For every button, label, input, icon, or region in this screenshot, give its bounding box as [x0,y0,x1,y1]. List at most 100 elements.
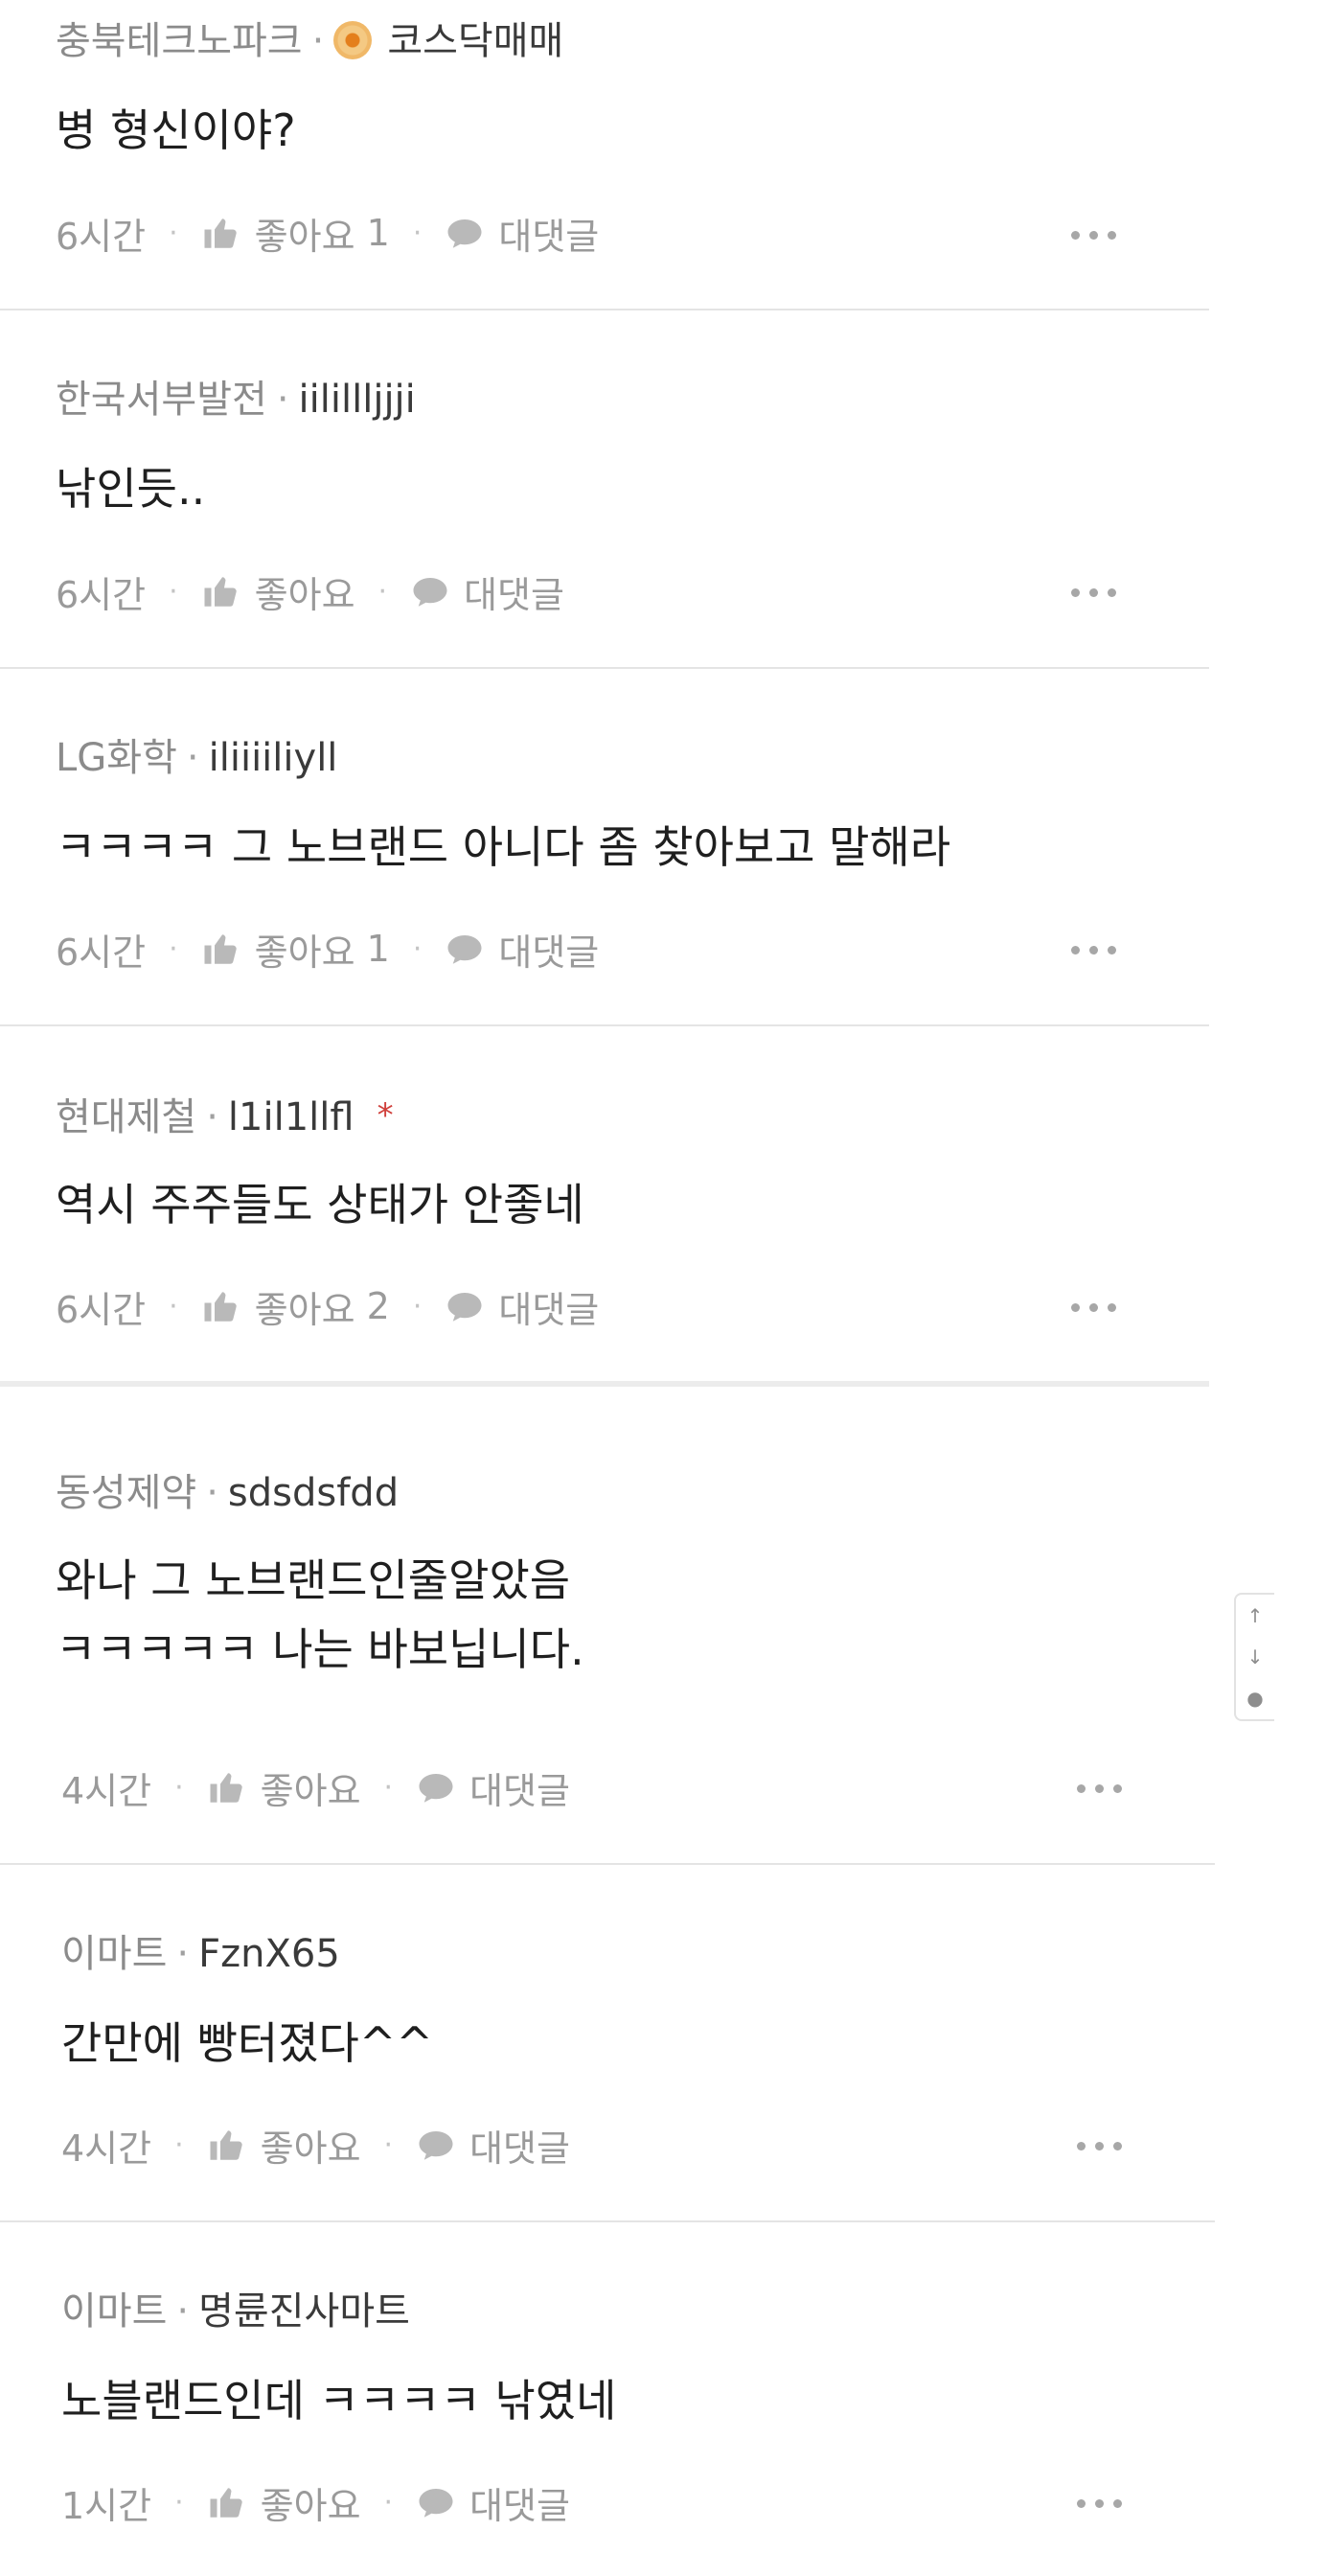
scroll-down-icon[interactable]: ↓ [1247,1645,1264,1668]
like-label: 좋아요 [254,215,355,258]
like-button[interactable]: 좋아요 [201,565,355,618]
comment-list: 충북테크노파크 · 코스닥매매 병 형신이야? 6시간 · 좋아요 1 · 대댓글 … [0,0,1326,2576]
like-label: 좋아요 [254,931,355,974]
comment-body: 병 형신이야? [56,104,296,156]
thumbs-up-icon [210,1773,242,1803]
like-label: 좋아요 [254,573,355,616]
comment-actions: 6시간 · 좋아요 2 · 대댓글 [56,1280,599,1332]
comment-time: 6시간 [56,215,147,258]
like-button[interactable]: 좋아요 [207,2119,361,2172]
like-label: 좋아요 [260,2127,361,2170]
divider [0,667,1209,669]
reply-button[interactable]: 대댓글 [416,2476,570,2529]
reply-button[interactable]: 대댓글 [445,1280,599,1333]
comment-time: 4시간 [61,2127,152,2170]
comment-time: 6시간 [56,573,147,616]
comment-time: 4시간 [61,1769,152,1812]
more-options-icon[interactable] [1071,931,1116,969]
more-options-icon[interactable] [1071,573,1116,611]
section-divider [0,1381,1209,1387]
thumbs-up-icon [204,934,237,964]
reply-label: 대댓글 [498,1288,600,1331]
comment-company: 이마트 [61,1932,168,1976]
comment-author[interactable]: 코스닥매매 [387,19,563,63]
comment-body: ㅋㅋㅋㅋ 그 노브랜드 아니다 좀 찾아보고 말해라 [56,821,951,873]
like-label: 좋아요 [260,1769,361,1812]
comment-author[interactable]: iilillljjji [299,378,416,422]
comment-body: 노블랜드인데 ㅋㅋㅋㅋ 낚였네 [61,2375,617,2426]
divider [0,309,1209,310]
speech-bubble-icon [419,1774,453,1803]
comment-icon[interactable]: ● [1246,1687,1263,1710]
side-scroll-widget: ↑ ↓ ● [1234,1593,1274,1721]
comment-company: 이마트 [61,2289,168,2334]
comment-company: 현대제철 [56,1095,197,1139]
reply-button[interactable]: 대댓글 [445,923,599,976]
thumbs-up-icon [204,577,237,607]
reply-button[interactable]: 대댓글 [416,1761,570,1814]
like-count: 1 [366,212,390,254]
reply-label: 대댓글 [464,573,564,616]
like-label: 좋아요 [260,2484,361,2527]
comment-company: LG화학 [56,736,177,780]
like-button[interactable]: 좋아요 [207,2476,361,2529]
comment-body: 역시 주주들도 상태가 안좋네 [56,1179,584,1230]
more-options-icon[interactable] [1077,2484,1122,2522]
thumbs-up-icon [210,2130,242,2160]
comment-author[interactable]: FznX65 [198,1932,340,1976]
like-count: 2 [366,1285,390,1327]
divider [0,1024,1209,1026]
gold-medal-icon [333,21,373,59]
speech-bubble-icon [413,578,447,607]
comment-meta: LG화학 · iliiiiliyll [56,736,338,780]
comment-company: 충북테크노파크 [56,19,303,63]
more-options-icon[interactable] [1071,1288,1116,1326]
comment-author[interactable]: iliiiiliyll [209,736,338,780]
comment-body: 와나 그 노브랜드인줄알았음 ㅋㅋㅋㅋㅋ 나는 바보닙니다. [56,1554,584,1675]
thumbs-up-icon [204,218,237,248]
speech-bubble-icon [447,219,482,248]
comment-author[interactable]: 명륜진사마트 [198,2289,410,2334]
speech-bubble-icon [447,935,482,964]
comment-meta: 충북테크노파크 · 코스닥매매 [56,19,564,63]
comment-meta: 동성제약 · sdsdsfdd [56,1471,400,1515]
speech-bubble-icon [419,2131,453,2160]
divider [0,1863,1215,1865]
thumbs-up-icon [210,2488,242,2518]
more-options-icon[interactable] [1077,1769,1122,1807]
reply-button[interactable]: 대댓글 [410,565,564,618]
reply-button[interactable]: 대댓글 [416,2119,570,2172]
more-options-icon[interactable] [1077,2127,1122,2165]
reply-label: 대댓글 [469,2484,570,2527]
comment-actions: 4시간 · 좋아요 · 대댓글 [61,1761,570,1813]
reply-label: 대댓글 [498,931,600,974]
comment-company: 한국서부발전 [56,378,267,422]
comment-body: 간만에 빵터졌다^^ [61,2017,433,2069]
like-button[interactable]: 좋아요 1 [201,923,390,976]
comment-time: 1시간 [61,2484,152,2527]
speech-bubble-icon [447,1293,482,1322]
reply-label: 대댓글 [498,215,600,258]
like-button[interactable]: 좋아요 2 [201,1280,390,1333]
comment-actions: 6시간 · 좋아요 · 대댓글 [56,565,564,617]
reply-label: 대댓글 [469,2127,570,2170]
thumbs-up-icon [204,1292,237,1322]
like-button[interactable]: 좋아요 [207,1761,361,1814]
like-button[interactable]: 좋아요 1 [201,207,390,260]
comment-company: 동성제약 [56,1471,197,1515]
more-options-icon[interactable] [1071,216,1116,254]
comment-author[interactable]: l1il1llfl [228,1095,354,1139]
like-label: 좋아요 [254,1288,355,1331]
comment-time: 6시간 [56,1288,147,1331]
like-count: 1 [366,928,390,970]
comment-meta: 한국서부발전 · iilillljjji [56,378,416,422]
comment-meta: 현대제철 · l1il1llfl * [56,1095,394,1139]
comment-actions: 6시간 · 좋아요 1 · 대댓글 [56,923,599,975]
reply-button[interactable]: 대댓글 [445,207,599,260]
new-comment-marker: * [377,1096,394,1135]
comment-author[interactable]: sdsdsfdd [228,1471,399,1515]
comment-time: 6시간 [56,931,147,974]
scroll-up-icon[interactable]: ↑ [1247,1604,1264,1627]
reply-label: 대댓글 [469,1769,570,1812]
comment-meta: 이마트 · FznX65 [61,1932,340,1976]
